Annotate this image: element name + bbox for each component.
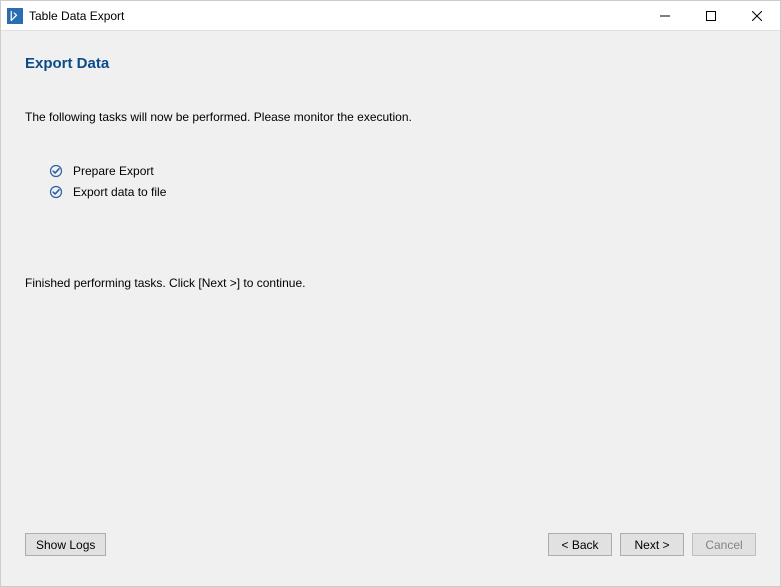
task-row: Export data to file xyxy=(49,185,756,199)
task-label: Prepare Export xyxy=(73,164,154,178)
back-button[interactable]: < Back xyxy=(548,533,612,556)
page-description: The following tasks will now be performe… xyxy=(25,110,756,124)
status-text: Finished performing tasks. Click [Next >… xyxy=(25,276,756,290)
content-area: Export Data The following tasks will now… xyxy=(1,31,780,586)
next-button[interactable]: Next > xyxy=(620,533,684,556)
minimize-button[interactable] xyxy=(642,1,688,31)
window-controls xyxy=(642,1,780,30)
app-icon xyxy=(7,8,23,24)
window-title: Table Data Export xyxy=(29,9,642,23)
cancel-button: Cancel xyxy=(692,533,756,556)
footer: Show Logs < Back Next > Cancel xyxy=(25,533,756,576)
check-icon xyxy=(49,185,63,199)
maximize-button[interactable] xyxy=(688,1,734,31)
show-logs-button[interactable]: Show Logs xyxy=(25,533,106,556)
check-icon xyxy=(49,164,63,178)
task-label: Export data to file xyxy=(73,185,166,199)
task-row: Prepare Export xyxy=(49,164,756,178)
task-list: Prepare Export Export data to file xyxy=(49,164,756,206)
page-heading: Export Data xyxy=(25,55,756,72)
close-button[interactable] xyxy=(734,1,780,31)
titlebar: Table Data Export xyxy=(1,1,780,31)
